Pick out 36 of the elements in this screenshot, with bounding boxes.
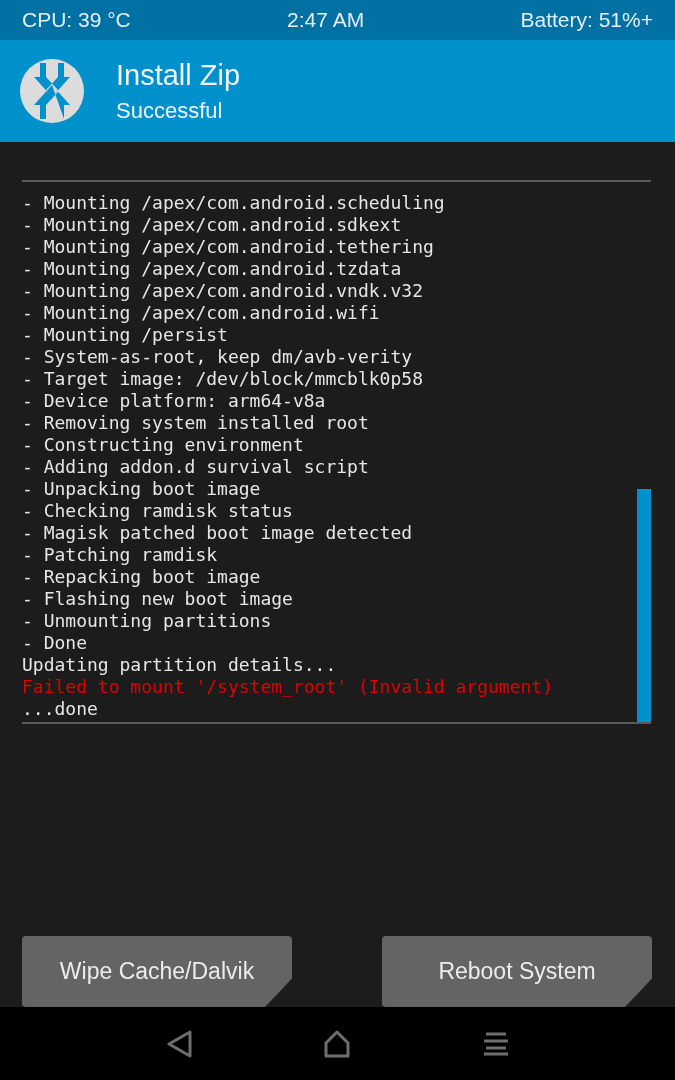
- error-line: Failed to mount '/system_root' (Invalid argument): [22, 676, 553, 698]
- page-subtitle: Successful: [116, 97, 224, 124]
- wipe-cache-button[interactable]: Wipe Cache/Dalvik: [22, 936, 292, 1007]
- logo-icon: [20, 59, 84, 123]
- log-line: - Adding addon.d survival script: [22, 456, 369, 478]
- log-line: - Mounting /apex/com.android.tethering: [22, 236, 434, 258]
- log-line: - Unpacking boot image: [22, 478, 261, 500]
- scrollbar[interactable]: [637, 489, 651, 722]
- menu-icon[interactable]: [483, 1031, 510, 1056]
- cpu-temperature: CPU: 39 °C: [22, 8, 131, 32]
- log-line: - Checking ramdisk status: [22, 500, 293, 522]
- log-line: - Mounting /apex/com.android.scheduling: [22, 192, 445, 214]
- reboot-button[interactable]: Reboot System: [382, 936, 652, 1007]
- log-line: - Device platform: arm64-v8a: [22, 390, 326, 412]
- log-line: - Patching ramdisk: [22, 544, 218, 566]
- log-line: - Done: [22, 632, 88, 654]
- log-line: Updating partition details...: [22, 654, 337, 676]
- log-line: - Mounting /persist: [22, 324, 228, 346]
- log-line: - Flashing new boot image: [22, 588, 293, 610]
- log-line: - Magisk patched boot image detected: [22, 522, 413, 544]
- log-line: - Mounting /apex/com.android.vndk.v32: [22, 280, 423, 302]
- log-line: - Removing system installed root: [22, 412, 369, 434]
- log-line: - Target image: /dev/block/mmcblk0p58: [22, 368, 423, 390]
- home-icon[interactable]: [323, 1029, 352, 1058]
- log-line: - Mounting /apex/com.android.sdkext: [22, 214, 402, 236]
- log-line: - Constructing environment: [22, 434, 304, 456]
- battery-level: Battery: 51%+: [520, 8, 653, 32]
- log-line: - Mounting /apex/com.android.wifi: [22, 302, 380, 324]
- clock: 2:47 AM: [287, 8, 365, 32]
- log-line: - System-as-root, keep dm/avb-verity: [22, 346, 413, 368]
- log-line: ...done: [22, 698, 98, 720]
- back-icon[interactable]: [165, 1029, 192, 1058]
- log-line: - Unmounting partitions: [22, 610, 272, 632]
- log-line: - Repacking boot image: [22, 566, 261, 588]
- page-title: Install Zip: [116, 58, 241, 92]
- log-line: - Mounting /apex/com.android.tzdata: [22, 258, 402, 280]
